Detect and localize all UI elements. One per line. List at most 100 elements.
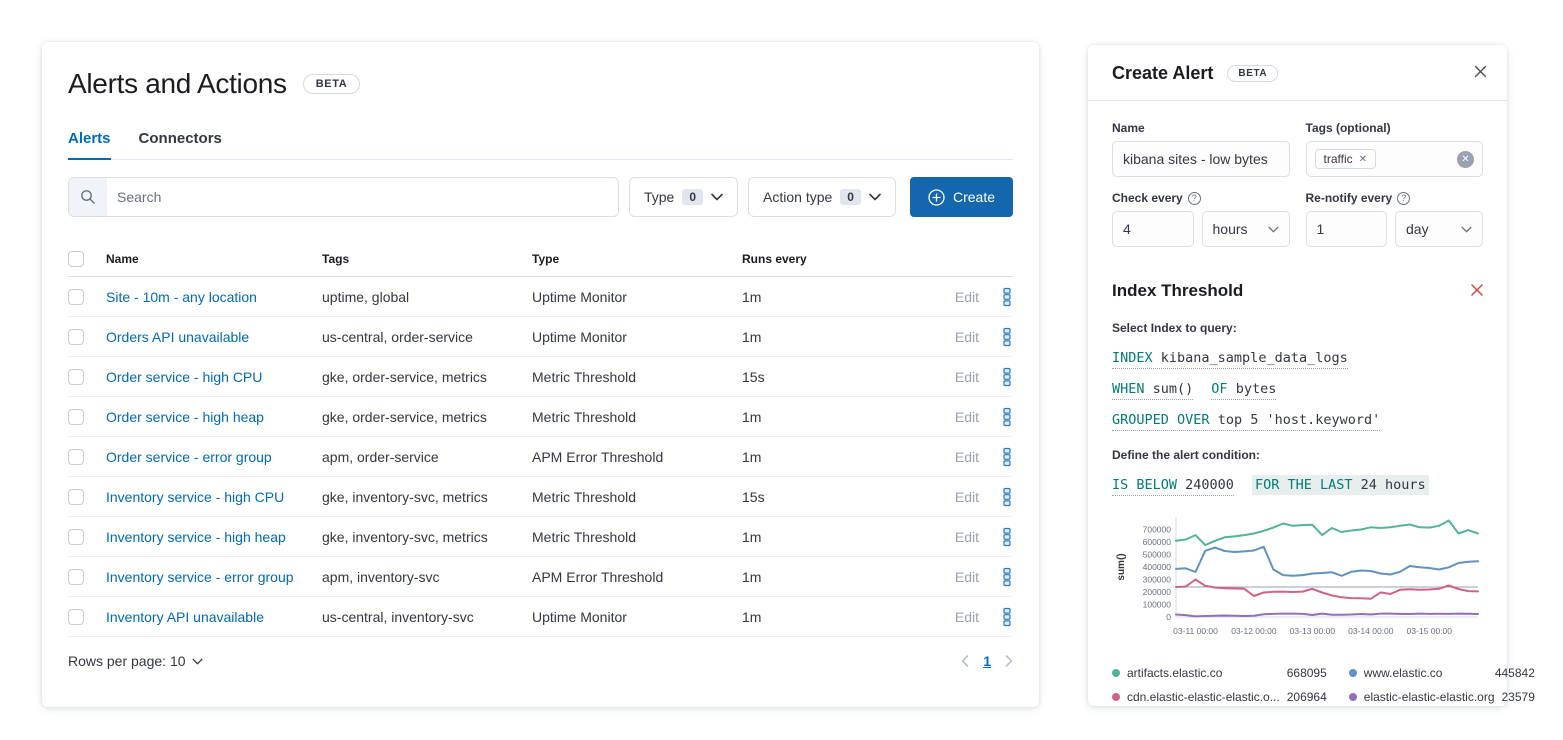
legend-label: www.elastic.co xyxy=(1364,666,1488,680)
row-type: Uptime Monitor xyxy=(532,289,742,305)
row-tags: apm, order-service xyxy=(322,449,532,465)
index-expression[interactable]: INDEX kibana_sample_data_logs xyxy=(1112,350,1348,369)
rows-per-page-button[interactable]: Rows per page: 10 xyxy=(68,653,203,669)
of-expression[interactable]: OF bytes xyxy=(1211,381,1276,400)
actions-menu-icon[interactable] xyxy=(979,447,1013,467)
alert-name-link[interactable]: Inventory API unavailable xyxy=(106,609,264,625)
flyout-header: Create Alert BETA xyxy=(1088,63,1507,101)
alert-name-link[interactable]: Inventory service - error group xyxy=(106,569,294,585)
actions-menu-icon[interactable] xyxy=(979,487,1013,507)
row-checkbox[interactable] xyxy=(68,289,84,305)
threshold-expression[interactable]: IS BELOW 240000 xyxy=(1112,477,1234,496)
action-type-filter-button[interactable]: Action type 0 xyxy=(748,177,896,217)
chevron-down-icon xyxy=(192,658,203,665)
edit-link[interactable]: Edit xyxy=(955,449,979,465)
row-type: Metric Threshold xyxy=(532,409,742,425)
name-field[interactable] xyxy=(1112,141,1290,177)
remove-tag-icon[interactable]: ✕ xyxy=(1359,154,1367,165)
edit-link[interactable]: Edit xyxy=(955,529,979,545)
grouped-expression[interactable]: GROUPED OVER top 5 'host.keyword' xyxy=(1112,412,1380,431)
edit-link[interactable]: Edit xyxy=(955,609,979,625)
type-filter-label: Type xyxy=(644,189,674,205)
tab-connectors[interactable]: Connectors xyxy=(139,130,222,159)
page-number[interactable]: 1 xyxy=(983,653,991,669)
svg-text:600000: 600000 xyxy=(1143,537,1172,547)
row-checkbox[interactable] xyxy=(68,529,84,545)
legend-item[interactable]: elastic-elastic-elastic.org 23579 xyxy=(1349,690,1535,704)
svg-text:03-12 00:00: 03-12 00:00 xyxy=(1231,626,1277,636)
check-every-value-field[interactable] xyxy=(1112,211,1194,247)
create-button[interactable]: Create xyxy=(910,177,1013,217)
edit-link[interactable]: Edit xyxy=(955,329,979,345)
search-box[interactable] xyxy=(68,177,619,217)
alert-name-link[interactable]: Order service - high CPU xyxy=(106,369,262,385)
edit-link[interactable]: Edit xyxy=(955,569,979,585)
tab-alerts[interactable]: Alerts xyxy=(68,130,111,159)
alert-form: Name Tags (optional) traffic ✕ ✕ Check e… xyxy=(1112,121,1483,247)
row-type: Metric Threshold xyxy=(532,489,742,505)
actions-menu-icon[interactable] xyxy=(979,607,1013,627)
type-filter-button[interactable]: Type 0 xyxy=(629,177,738,217)
previous-page-icon[interactable] xyxy=(961,655,969,667)
when-expression[interactable]: WHEN sum() xyxy=(1112,381,1193,400)
row-checkbox[interactable] xyxy=(68,369,84,385)
legend-item[interactable]: artifacts.elastic.co 668095 xyxy=(1112,666,1327,680)
search-input[interactable] xyxy=(107,189,618,205)
help-icon[interactable]: ? xyxy=(1188,192,1201,205)
alert-name-link[interactable]: Order service - high heap xyxy=(106,409,264,425)
row-checkbox[interactable] xyxy=(68,569,84,585)
row-tags: us-central, order-service xyxy=(322,329,532,345)
actions-menu-icon[interactable] xyxy=(979,327,1013,347)
edit-link[interactable]: Edit xyxy=(955,289,979,305)
expr-value: 24 hours xyxy=(1361,477,1426,493)
row-tags: gke, inventory-svc, metrics xyxy=(322,529,532,545)
chevron-down-icon xyxy=(1268,226,1279,233)
row-checkbox[interactable] xyxy=(68,609,84,625)
row-checkbox[interactable] xyxy=(68,449,84,465)
table-row: Order service - high CPU gke, order-serv… xyxy=(68,357,1013,397)
select-all-checkbox[interactable] xyxy=(68,251,84,267)
tags-field-label: Tags (optional) xyxy=(1306,121,1484,135)
alert-name-link[interactable]: Inventory service - high heap xyxy=(106,529,286,545)
legend-item[interactable]: www.elastic.co 445842 xyxy=(1349,666,1535,680)
check-every-unit-select[interactable]: hours xyxy=(1202,211,1290,247)
edit-link[interactable]: Edit xyxy=(955,489,979,505)
table-row: Order service - error group apm, order-s… xyxy=(68,437,1013,477)
legend-value: 23579 xyxy=(1502,690,1535,704)
svg-text:200000: 200000 xyxy=(1143,587,1172,597)
alert-name-link[interactable]: Order service - error group xyxy=(106,449,272,465)
create-alert-flyout: Create Alert BETA Name Tags (optional) t… xyxy=(1088,45,1507,706)
close-icon[interactable] xyxy=(1474,65,1487,82)
edit-link[interactable]: Edit xyxy=(955,409,979,425)
time-window-expression[interactable]: FOR THE LAST 24 hours xyxy=(1252,475,1429,495)
row-checkbox[interactable] xyxy=(68,329,84,345)
row-runs-every: 1m xyxy=(742,289,933,305)
clear-tags-icon[interactable]: ✕ xyxy=(1457,151,1474,168)
row-checkbox[interactable] xyxy=(68,489,84,505)
renotify-value-field[interactable] xyxy=(1306,211,1388,247)
legend-item[interactable]: cdn.elastic-elastic-elastic.o... 206964 xyxy=(1112,690,1327,704)
help-icon[interactable]: ? xyxy=(1397,192,1410,205)
alert-type-section-header: Index Threshold xyxy=(1112,281,1483,301)
actions-menu-icon[interactable] xyxy=(979,287,1013,307)
actions-menu-icon[interactable] xyxy=(979,367,1013,387)
renotify-unit-select[interactable]: day xyxy=(1395,211,1483,247)
alert-name-link[interactable]: Site - 10m - any location xyxy=(106,289,257,305)
alert-name-link[interactable]: Inventory service - high CPU xyxy=(106,489,284,505)
column-header-name: Name xyxy=(106,252,322,266)
edit-link[interactable]: Edit xyxy=(955,369,979,385)
actions-menu-icon[interactable] xyxy=(979,567,1013,587)
actions-menu-icon[interactable] xyxy=(979,407,1013,427)
legend-value: 206964 xyxy=(1287,690,1327,704)
action-type-filter-count: 0 xyxy=(840,189,861,205)
row-tags: apm, inventory-svc xyxy=(322,569,532,585)
row-checkbox[interactable] xyxy=(68,409,84,425)
actions-menu-icon[interactable] xyxy=(979,527,1013,547)
legend-label: elastic-elastic-elastic.org xyxy=(1364,690,1495,704)
remove-alert-type-icon[interactable] xyxy=(1471,283,1483,299)
next-page-icon[interactable] xyxy=(1005,655,1013,667)
row-runs-every: 15s xyxy=(742,369,933,385)
renotify-unit-value: day xyxy=(1406,221,1429,237)
alert-name-link[interactable]: Orders API unavailable xyxy=(106,329,249,345)
tags-field[interactable]: traffic ✕ ✕ xyxy=(1306,141,1484,177)
